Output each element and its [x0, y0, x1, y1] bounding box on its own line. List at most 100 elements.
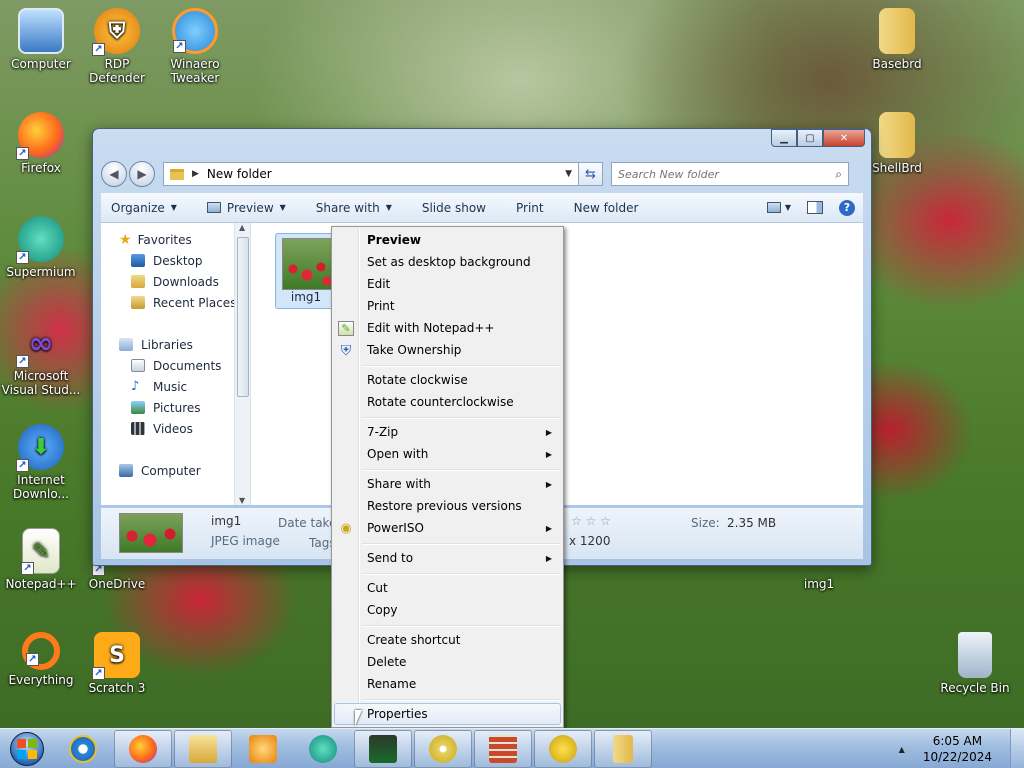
menu-item-open-with[interactable]: Open with ▶	[334, 443, 561, 465]
nav-videos[interactable]: Videos	[101, 418, 250, 439]
menu-item-label: PowerISO	[367, 521, 424, 535]
scroll-down-icon[interactable]: ▼	[239, 496, 245, 505]
start-button[interactable]	[0, 729, 54, 768]
search-input[interactable]	[618, 167, 818, 181]
media-player-icon	[249, 734, 277, 763]
preview-pane-icon[interactable]	[807, 201, 823, 214]
minimize-button[interactable]: ▁	[771, 129, 797, 147]
breadcrumb-arrow-icon[interactable]: ▶	[192, 169, 199, 179]
breadcrumb-folder[interactable]: New folder	[207, 167, 272, 181]
menu-item-share-with[interactable]: Share with ▶	[334, 473, 561, 495]
taskbar-app-bee[interactable]	[534, 729, 592, 768]
show-desktop-button[interactable]	[1010, 729, 1024, 768]
chevron-down-icon[interactable]: ▼	[785, 203, 791, 212]
menu-item-restore-previous-versions[interactable]: Restore previous versions	[334, 495, 561, 517]
details-size-label: Size:	[691, 516, 720, 530]
taskbar-folder[interactable]	[594, 729, 652, 768]
desktop-icon-internet-download[interactable]: ⬇ ↗ Internet Downlo...	[0, 424, 82, 501]
desktop-icon-label: Supermium	[6, 265, 76, 279]
taskbar-media-player[interactable]	[234, 730, 292, 768]
forward-button[interactable]: ▶	[129, 161, 155, 187]
taskbar: ▲ 6:05 AM 10/22/2024	[0, 728, 1024, 768]
close-button[interactable]: ✕	[823, 129, 865, 147]
menu-item-7zip[interactable]: 7-Zip ▶	[334, 421, 561, 443]
menu-item-cut[interactable]: Cut	[334, 577, 561, 599]
nav-computer[interactable]: Computer	[101, 460, 250, 481]
taskbar-supermium[interactable]	[294, 730, 352, 768]
visual-studio-icon: ∞ ↗	[16, 320, 64, 368]
preview-button[interactable]: Preview ▼	[206, 200, 286, 215]
refresh-button[interactable]: ⇆	[579, 162, 603, 186]
menu-item-rename[interactable]: Rename	[334, 673, 561, 695]
menu-item-create-shortcut[interactable]: Create shortcut	[334, 629, 561, 651]
back-button[interactable]: ◀	[101, 161, 127, 187]
desktop-icon-scratch[interactable]: S ↗ Scratch 3	[76, 632, 158, 695]
nav-music[interactable]: ♪ Music	[101, 376, 250, 397]
desktop-icon-computer[interactable]: Computer	[0, 8, 82, 71]
nav-scrollbar[interactable]: ▲ ▼	[234, 223, 250, 505]
menu-item-rotate-clockwise[interactable]: Rotate clockwise	[334, 369, 561, 391]
menu-item-preview[interactable]: Preview	[334, 229, 561, 251]
nav-documents[interactable]: Documents	[101, 355, 250, 376]
menu-item-edit[interactable]: Edit	[334, 273, 561, 295]
menu-item-print[interactable]: Print	[334, 295, 561, 317]
menu-separator	[362, 699, 560, 701]
desktop-icon-visual-studio[interactable]: ∞ ↗ Microsoft Visual Stud...	[0, 320, 82, 398]
taskbar-explorer[interactable]	[174, 729, 232, 768]
nav-pictures[interactable]: Pictures	[101, 397, 250, 418]
help-icon[interactable]: ?	[839, 199, 855, 216]
search-icon[interactable]: ⌕	[835, 167, 842, 182]
desktop-icon-rdp-defender[interactable]: ⛨ ↗ RDP Defender	[76, 8, 158, 85]
menu-item-send-to[interactable]: Send to ▶	[334, 547, 561, 569]
taskbar-poweriso[interactable]	[414, 729, 472, 768]
desktop-icon-firefox[interactable]: ↗ Firefox	[0, 112, 82, 175]
internet-download-icon: ⬇ ↗	[16, 424, 64, 472]
organize-button[interactable]: Organize ▼	[111, 201, 177, 215]
scrollbar-thumb[interactable]	[237, 237, 249, 397]
clock[interactable]: 6:05 AM 10/22/2024	[923, 733, 992, 765]
menu-item-poweriso[interactable]: ◉ PowerISO ▶	[334, 517, 561, 539]
desktop-icon-everything[interactable]: ↗ Everything	[0, 632, 82, 687]
desktop-icon-basebrd[interactable]: Basebrd	[856, 8, 938, 71]
slide-show-button[interactable]: Slide show	[422, 201, 486, 215]
taskbar-app-firewall[interactable]	[474, 729, 532, 768]
desktop-icon-winaero-tweaker[interactable]: ↗ Winaero Tweaker	[154, 8, 236, 85]
taskbar-internet-explorer[interactable]	[54, 730, 112, 768]
nav-desktop[interactable]: Desktop	[101, 250, 250, 271]
menu-item-delete[interactable]: Delete	[334, 651, 561, 673]
print-button[interactable]: Print	[516, 201, 544, 215]
nav-recent-places[interactable]: Recent Places	[101, 292, 250, 313]
desktop-icon-recycle-bin[interactable]: Recycle Bin	[934, 632, 1016, 695]
search-box[interactable]: ⌕	[611, 162, 849, 186]
desktop-icon-supermium[interactable]: ↗ Supermium	[0, 216, 82, 279]
taskbar-task-manager[interactable]	[354, 729, 412, 768]
desktop-icon	[131, 254, 145, 267]
desktop-icon-label: Computer	[11, 57, 71, 71]
menu-item-set-desktop-background[interactable]: Set as desktop background	[334, 251, 561, 273]
nav-favorites[interactable]: ★ Favorites	[101, 229, 250, 250]
nav-downloads[interactable]: Downloads	[101, 271, 250, 292]
menu-item-edit-with-notepadpp[interactable]: ✎ Edit with Notepad++	[334, 317, 561, 339]
menu-item-take-ownership[interactable]: ⛨ Take Ownership	[334, 339, 561, 361]
firewall-icon	[489, 734, 517, 763]
scroll-up-icon[interactable]: ▲	[239, 223, 245, 232]
shortcut-arrow-icon: ↗	[16, 459, 29, 472]
desktop-icon-notepadpp[interactable]: ✎ ↗ Notepad++	[0, 528, 82, 591]
details-rating[interactable]: ☆ ☆ ☆	[571, 514, 611, 528]
preview-label: Preview	[226, 200, 274, 215]
share-with-button[interactable]: Share with ▼	[316, 201, 392, 215]
new-folder-button[interactable]: New folder	[574, 201, 639, 215]
menu-item-copy[interactable]: Copy	[334, 599, 561, 621]
menu-separator	[362, 417, 560, 419]
address-bar[interactable]: ▶ New folder ▼	[163, 162, 579, 186]
submenu-arrow-icon: ▶	[545, 523, 552, 533]
file-item-img1[interactable]: img1	[275, 233, 337, 309]
address-dropdown-icon[interactable]: ▼	[565, 169, 572, 179]
taskbar-firefox[interactable]	[114, 729, 172, 768]
change-view-icon[interactable]	[766, 202, 781, 213]
nav-libraries[interactable]: Libraries	[101, 334, 250, 355]
maximize-button[interactable]: ▢	[797, 129, 823, 147]
show-hidden-icons-button[interactable]: ▲	[899, 745, 905, 754]
winaero-tweaker-icon: ↗	[172, 8, 218, 54]
menu-item-rotate-counterclockwise[interactable]: Rotate counterclockwise	[334, 391, 561, 413]
